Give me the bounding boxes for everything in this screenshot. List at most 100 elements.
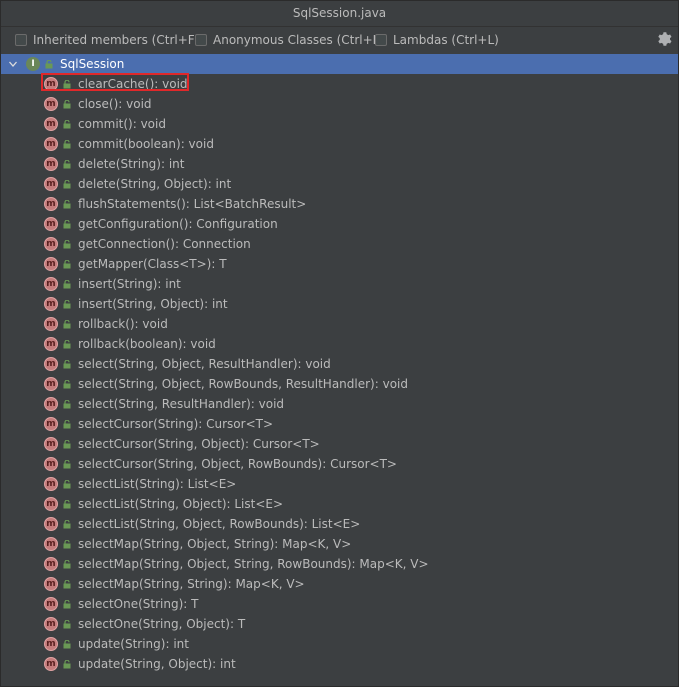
method-icon: m — [44, 557, 58, 571]
method-icon: m — [44, 177, 58, 191]
anonymous-classes-checkbox[interactable] — [195, 34, 207, 46]
method-row[interactable]: m select(String, ResultHandler): void — [1, 394, 678, 414]
lock-icon — [63, 520, 71, 529]
lock-icon — [63, 640, 71, 649]
chevron-down-icon[interactable] — [9, 60, 17, 68]
method-icon: m — [44, 377, 58, 391]
method-row[interactable]: m rollback(): void — [1, 314, 678, 334]
method-row[interactable]: m getConfiguration(): Configuration — [1, 214, 678, 234]
inherited-members-option[interactable]: Inherited members (Ctrl+F3) — [15, 27, 207, 53]
method-row[interactable]: m update(String): int — [1, 634, 678, 654]
method-row[interactable]: m update(String, Object): int — [1, 654, 678, 674]
method-icon: m — [44, 337, 58, 351]
lock-icon — [63, 600, 71, 609]
lock-icon — [63, 580, 71, 589]
method-icon: m — [44, 77, 58, 91]
method-row[interactable]: m insert(String): int — [1, 274, 678, 294]
method-row[interactable]: m selectMap(String, Object, String, RowBo… — [1, 554, 678, 574]
filter-toolbar: Inherited members (Ctrl+F3) Anonymous Cl… — [1, 27, 678, 53]
lock-icon — [63, 220, 71, 229]
lock-icon — [63, 80, 71, 89]
method-label: selectMap(String, Object, String): Map<K… — [78, 537, 352, 551]
method-row[interactable]: m selectMap(String, Object, String): Map<… — [1, 534, 678, 554]
lock-icon — [63, 160, 71, 169]
method-label: commit(): void — [78, 117, 166, 131]
method-row[interactable]: m selectCursor(String, Object): Cursor<T> — [1, 434, 678, 454]
method-label: delete(String): int — [78, 157, 185, 171]
method-row[interactable]: m getConnection(): Connection — [1, 234, 678, 254]
method-label: getConnection(): Connection — [78, 237, 251, 251]
method-label: delete(String, Object): int — [78, 177, 232, 191]
method-label: selectMap(String, String): Map<K, V> — [78, 577, 305, 591]
method-icon: m — [44, 597, 58, 611]
method-row[interactable]: m select(String, Object, ResultHandler): … — [1, 354, 678, 374]
gear-icon[interactable] — [656, 31, 672, 47]
method-row[interactable]: m selectList(String, Object, RowBounds): … — [1, 514, 678, 534]
lock-icon — [63, 440, 71, 449]
method-row[interactable]: m selectList(String, Object): List<E> — [1, 494, 678, 514]
anonymous-classes-option[interactable]: Anonymous Classes (Ctrl+I) — [195, 27, 381, 53]
method-label: close(): void — [78, 97, 152, 111]
method-label: clearCache(): void — [78, 77, 188, 91]
method-label: selectCursor(String, Object): Cursor<T> — [78, 437, 320, 451]
method-row[interactable]: m commit(): void — [1, 114, 678, 134]
method-label: insert(String): int — [78, 277, 181, 291]
lock-icon — [63, 340, 71, 349]
method-icon: m — [44, 277, 58, 291]
method-row[interactable]: m selectList(String): List<E> — [1, 474, 678, 494]
method-icon: m — [44, 497, 58, 511]
method-icon: m — [44, 117, 58, 131]
method-row[interactable]: m selectCursor(String, Object, RowBounds)… — [1, 454, 678, 474]
lock-icon — [63, 560, 71, 569]
method-icon: m — [44, 537, 58, 551]
method-row[interactable]: m selectOne(String): T — [1, 594, 678, 614]
lock-icon — [63, 660, 71, 669]
window-title: SqlSession.java — [1, 1, 678, 27]
method-icon: m — [44, 517, 58, 531]
lambdas-option[interactable]: Lambdas (Ctrl+L) — [375, 27, 499, 53]
method-row[interactable]: m delete(String): int — [1, 154, 678, 174]
method-icon: m — [44, 97, 58, 111]
method-label: selectOne(String, Object): T — [78, 617, 246, 631]
method-icon: m — [44, 217, 58, 231]
inherited-members-checkbox[interactable] — [15, 34, 27, 46]
lock-icon — [63, 420, 71, 429]
lock-icon — [63, 380, 71, 389]
method-label: commit(boolean): void — [78, 137, 214, 151]
method-label: selectCursor(String, Object, RowBounds):… — [78, 457, 397, 471]
method-icon: m — [44, 657, 58, 671]
method-icon: m — [44, 397, 58, 411]
method-label: flushStatements(): List<BatchResult> — [78, 197, 307, 211]
method-label: selectList(String): List<E> — [78, 477, 237, 491]
lock-icon — [63, 360, 71, 369]
lambdas-label: Lambdas (Ctrl+L) — [393, 33, 499, 47]
lock-icon — [63, 540, 71, 549]
method-row[interactable]: m select(String, Object, RowBounds, Resul… — [1, 374, 678, 394]
tree-root-sqlsession[interactable]: I SqlSession — [1, 54, 678, 74]
method-icon: m — [44, 477, 58, 491]
lock-icon — [63, 300, 71, 309]
method-label: select(String, Object, ResultHandler): v… — [78, 357, 331, 371]
method-row[interactable]: m selectMap(String, String): Map<K, V> — [1, 574, 678, 594]
lambdas-checkbox[interactable] — [375, 34, 387, 46]
method-row[interactable]: m commit(boolean): void — [1, 134, 678, 154]
method-row[interactable]: m selectOne(String, Object): T — [1, 614, 678, 634]
method-icon: m — [44, 617, 58, 631]
method-row[interactable]: m selectCursor(String): Cursor<T> — [1, 414, 678, 434]
method-label: selectList(String, Object, RowBounds): L… — [78, 517, 361, 531]
lock-icon — [63, 180, 71, 189]
method-row[interactable]: m clearCache(): void — [1, 74, 678, 94]
method-icon: m — [44, 637, 58, 651]
method-row[interactable]: m insert(String, Object): int — [1, 294, 678, 314]
method-label: selectCursor(String): Cursor<T> — [78, 417, 274, 431]
method-row[interactable]: m close(): void — [1, 94, 678, 114]
method-row[interactable]: m delete(String, Object): int — [1, 174, 678, 194]
method-icon: m — [44, 137, 58, 151]
method-icon: m — [44, 317, 58, 331]
method-label: update(String, Object): int — [78, 657, 236, 671]
method-row[interactable]: m flushStatements(): List<BatchResult> — [1, 194, 678, 214]
method-icon: m — [44, 197, 58, 211]
method-label: getConfiguration(): Configuration — [78, 217, 278, 231]
method-row[interactable]: m getMapper(Class<T>): T — [1, 254, 678, 274]
method-row[interactable]: m rollback(boolean): void — [1, 334, 678, 354]
